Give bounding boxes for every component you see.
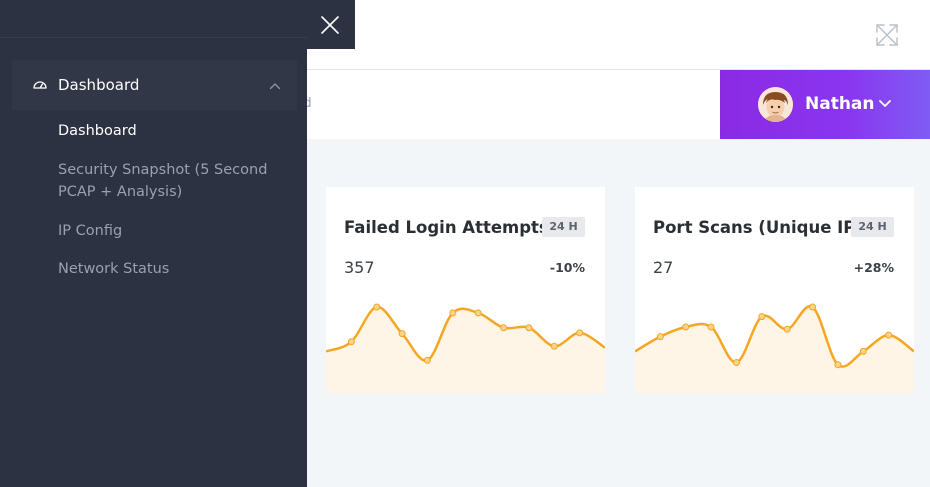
chevron-up-icon [269,83,281,90]
sparkline-point [550,342,558,350]
sidebar-item-dashboard[interactable]: Dashboard [58,120,137,142]
sparkline-point [474,309,482,317]
sparkline-point [834,361,842,369]
sparkline-point [809,303,817,311]
sparkline-point [347,338,355,346]
sparkline-chart [326,303,605,393]
card-change: -10% [549,260,585,275]
sidebar-item-security-snapshot[interactable]: Security Snapshot (5 Second PCAP + Analy… [58,159,293,203]
sparkline-point [682,323,690,331]
card-failed-logins: Failed Login Attempts 24 H 357 -10% [326,187,605,393]
fullscreen-expand-icon[interactable] [874,22,900,48]
time-range-badge: 24 H [542,217,585,237]
chevron-down-icon [879,100,891,107]
sparkline-point [576,329,584,337]
sidebar-header [0,0,307,38]
sparkline-area [326,306,605,393]
sparkline-point [885,331,893,339]
sparkline-point [707,323,715,331]
sparkline-point [423,356,431,364]
card-title: Failed Login Attempts [344,218,549,237]
avatar [758,87,793,122]
dashboard-gauge-icon [33,81,47,89]
sparkline-area [635,306,914,393]
card-change: +28% [853,260,894,275]
sparkline-chart [635,303,914,393]
sparkline-point [656,333,664,341]
card-port-scans: Port Scans (Unique IPs) 24 H 27 +28% [635,187,914,393]
user-name: Nathan [805,94,875,114]
sparkline-point [500,324,508,332]
sidebar-item-ip-config[interactable]: IP Config [58,220,122,242]
sidebar: Dashboard Dashboard Security Snapshot (5… [0,0,307,487]
user-menu-button[interactable]: Nathan [720,70,930,139]
sparkline-point [732,359,740,366]
sparkline-point [398,330,406,338]
time-range-badge: 24 H [851,217,894,237]
close-sidebar-button[interactable] [307,0,355,49]
sparkline-point [449,309,457,317]
sparkline-point [758,313,766,321]
sparkline-point [525,324,533,332]
sidebar-item-dashboard-group[interactable]: Dashboard [12,60,297,110]
card-value: 27 [653,258,674,277]
card-title: Port Scans (Unique IPs) [653,218,873,237]
close-icon [321,16,339,34]
sparkline-point [859,347,867,355]
sparkline-point [783,325,791,333]
sparkline-point [373,303,381,311]
card-value: 357 [344,258,375,277]
sidebar-item-network-status[interactable]: Network Status [58,258,169,280]
sidebar-item-label: Dashboard [58,76,140,94]
